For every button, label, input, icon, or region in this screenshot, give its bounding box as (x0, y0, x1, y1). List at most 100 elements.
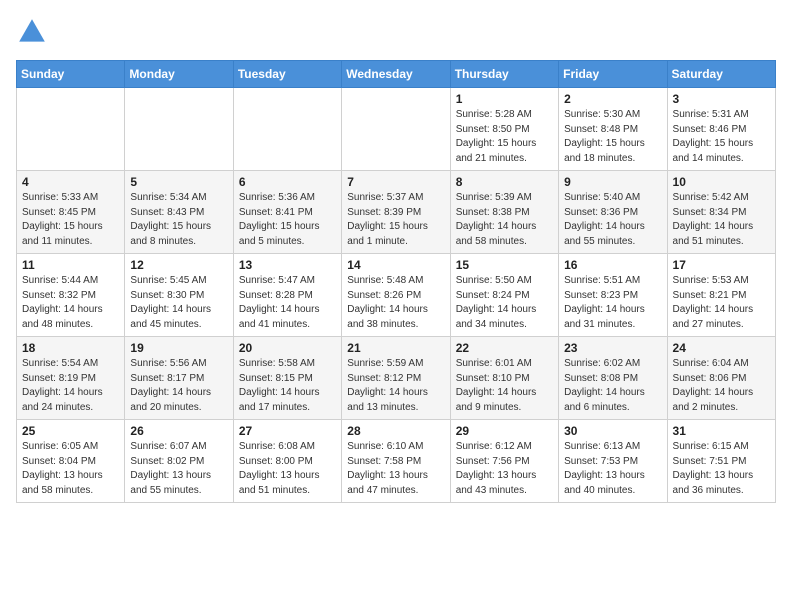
day-cell: 25 Sunrise: 6:05 AM Sunset: 8:04 PM Dayli… (17, 420, 125, 503)
day-detail: Sunrise: 5:56 AM Sunset: 8:17 PM Dayligh… (130, 357, 227, 415)
day-number: 27 (239, 424, 336, 438)
day-cell: 3Sunrise: 5:31 AM Sunset: 8:46 PM Daylig… (667, 88, 775, 171)
day-cell (342, 88, 450, 171)
day-number: 21 (347, 341, 444, 355)
logo-icon (16, 16, 48, 48)
day-detail: Sunrise: 6:04 AM Sunset: 8:06 PM Dayligh… (673, 357, 770, 415)
day-detail: Sunrise: 5:39 AM Sunset: 8:38 PM Dayligh… (456, 191, 553, 249)
day-detail: Sunrise: 6:07 AM Sunset: 8:02 PM Dayligh… (130, 440, 227, 498)
day-detail: Sunrise: 5:48 AM Sunset: 8:26 PM Dayligh… (347, 274, 444, 332)
day-cell: 28 Sunrise: 6:10 AM Sunset: 7:58 PM Dayli… (342, 420, 450, 503)
day-cell: 9 Sunrise: 5:40 AM Sunset: 8:36 PM Daylig… (559, 171, 667, 254)
day-detail: Sunrise: 5:53 AM Sunset: 8:21 PM Dayligh… (673, 274, 770, 332)
day-number: 25 (22, 424, 119, 438)
week-row-2: 4 Sunrise: 5:33 AM Sunset: 8:45 PM Daylig… (17, 171, 776, 254)
day-number: 28 (347, 424, 444, 438)
day-cell: 15 Sunrise: 5:50 AM Sunset: 8:24 PM Dayli… (450, 254, 558, 337)
day-detail: Sunrise: 6:05 AM Sunset: 8:04 PM Dayligh… (22, 440, 119, 498)
day-cell: 29 Sunrise: 6:12 AM Sunset: 7:56 PM Dayli… (450, 420, 558, 503)
week-row-3: 11 Sunrise: 5:44 AM Sunset: 8:32 PM Dayli… (17, 254, 776, 337)
day-cell: 11 Sunrise: 5:44 AM Sunset: 8:32 PM Dayli… (17, 254, 125, 337)
day-cell: 27 Sunrise: 6:08 AM Sunset: 8:00 PM Dayli… (233, 420, 341, 503)
day-cell (233, 88, 341, 171)
day-detail: Sunrise: 5:47 AM Sunset: 8:28 PM Dayligh… (239, 274, 336, 332)
calendar-table: SundayMondayTuesdayWednesdayThursdayFrid… (16, 60, 776, 503)
day-header-saturday: Saturday (667, 61, 775, 88)
day-number: 16 (564, 258, 661, 272)
day-detail: Sunrise: 5:44 AM Sunset: 8:32 PM Dayligh… (22, 274, 119, 332)
day-number: 10 (673, 175, 770, 189)
day-detail: Sunrise: 6:10 AM Sunset: 7:58 PM Dayligh… (347, 440, 444, 498)
day-header-sunday: Sunday (17, 61, 125, 88)
day-detail: Sunrise: 5:40 AM Sunset: 8:36 PM Dayligh… (564, 191, 661, 249)
day-cell (125, 88, 233, 171)
day-detail: Sunrise: 5:51 AM Sunset: 8:23 PM Dayligh… (564, 274, 661, 332)
day-detail: Sunrise: 6:12 AM Sunset: 7:56 PM Dayligh… (456, 440, 553, 498)
day-number: 24 (673, 341, 770, 355)
day-number: 9 (564, 175, 661, 189)
day-number: 29 (456, 424, 553, 438)
day-number: 23 (564, 341, 661, 355)
day-detail: Sunrise: 5:42 AM Sunset: 8:34 PM Dayligh… (673, 191, 770, 249)
day-detail: Sunrise: 6:15 AM Sunset: 7:51 PM Dayligh… (673, 440, 770, 498)
day-cell: 1 Sunrise: 5:28 AM Sunset: 8:50 PM Daylig… (450, 88, 558, 171)
day-number: 17 (673, 258, 770, 272)
day-header-monday: Monday (125, 61, 233, 88)
day-number: 22 (456, 341, 553, 355)
header-row: SundayMondayTuesdayWednesdayThursdayFrid… (17, 61, 776, 88)
day-cell: 16 Sunrise: 5:51 AM Sunset: 8:23 PM Dayli… (559, 254, 667, 337)
day-number: 15 (456, 258, 553, 272)
day-detail: Sunrise: 5:34 AM Sunset: 8:43 PM Dayligh… (130, 191, 227, 249)
week-row-1: 1 Sunrise: 5:28 AM Sunset: 8:50 PM Daylig… (17, 88, 776, 171)
day-number: 11 (22, 258, 119, 272)
day-detail: Sunrise: 5:59 AM Sunset: 8:12 PM Dayligh… (347, 357, 444, 415)
day-number: 7 (347, 175, 444, 189)
day-number: 26 (130, 424, 227, 438)
day-number: 1 (456, 92, 553, 106)
day-number: 5 (130, 175, 227, 189)
week-row-5: 25 Sunrise: 6:05 AM Sunset: 8:04 PM Dayli… (17, 420, 776, 503)
day-header-tuesday: Tuesday (233, 61, 341, 88)
day-number: 4 (22, 175, 119, 189)
day-cell: 26 Sunrise: 6:07 AM Sunset: 8:02 PM Dayli… (125, 420, 233, 503)
day-detail: Sunrise: 5:36 AM Sunset: 8:41 PM Dayligh… (239, 191, 336, 249)
day-cell: 10 Sunrise: 5:42 AM Sunset: 8:34 PM Dayli… (667, 171, 775, 254)
day-cell: 7 Sunrise: 5:37 AM Sunset: 8:39 PM Daylig… (342, 171, 450, 254)
day-detail: Sunrise: 5:33 AM Sunset: 8:45 PM Dayligh… (22, 191, 119, 249)
day-cell: 6 Sunrise: 5:36 AM Sunset: 8:41 PM Daylig… (233, 171, 341, 254)
day-detail: Sunrise: 6:01 AM Sunset: 8:10 PM Dayligh… (456, 357, 553, 415)
day-cell: 17 Sunrise: 5:53 AM Sunset: 8:21 PM Dayli… (667, 254, 775, 337)
day-detail: Sunrise: 5:50 AM Sunset: 8:24 PM Dayligh… (456, 274, 553, 332)
day-number: 18 (22, 341, 119, 355)
day-header-wednesday: Wednesday (342, 61, 450, 88)
day-number: 3 (673, 92, 770, 106)
day-cell: 30Sunrise: 6:13 AM Sunset: 7:53 PM Dayli… (559, 420, 667, 503)
day-cell: 8Sunrise: 5:39 AM Sunset: 8:38 PM Daylig… (450, 171, 558, 254)
day-header-friday: Friday (559, 61, 667, 88)
day-header-thursday: Thursday (450, 61, 558, 88)
day-detail: Sunrise: 5:54 AM Sunset: 8:19 PM Dayligh… (22, 357, 119, 415)
day-number: 30 (564, 424, 661, 438)
day-cell: 19 Sunrise: 5:56 AM Sunset: 8:17 PM Dayli… (125, 337, 233, 420)
day-number: 20 (239, 341, 336, 355)
week-row-4: 18 Sunrise: 5:54 AM Sunset: 8:19 PM Dayli… (17, 337, 776, 420)
day-number: 2 (564, 92, 661, 106)
page-header (16, 16, 776, 48)
day-number: 6 (239, 175, 336, 189)
day-cell: 24 Sunrise: 6:04 AM Sunset: 8:06 PM Dayli… (667, 337, 775, 420)
day-detail: Sunrise: 5:28 AM Sunset: 8:50 PM Dayligh… (456, 108, 553, 166)
day-cell: 23Sunrise: 6:02 AM Sunset: 8:08 PM Dayli… (559, 337, 667, 420)
day-detail: Sunrise: 6:08 AM Sunset: 8:00 PM Dayligh… (239, 440, 336, 498)
day-number: 19 (130, 341, 227, 355)
day-detail: Sunrise: 5:37 AM Sunset: 8:39 PM Dayligh… (347, 191, 444, 249)
day-number: 12 (130, 258, 227, 272)
day-number: 31 (673, 424, 770, 438)
day-cell (17, 88, 125, 171)
day-detail: Sunrise: 5:30 AM Sunset: 8:48 PM Dayligh… (564, 108, 661, 166)
day-cell: 21 Sunrise: 5:59 AM Sunset: 8:12 PM Dayli… (342, 337, 450, 420)
day-number: 14 (347, 258, 444, 272)
day-cell: 4 Sunrise: 5:33 AM Sunset: 8:45 PM Daylig… (17, 171, 125, 254)
day-detail: Sunrise: 5:45 AM Sunset: 8:30 PM Dayligh… (130, 274, 227, 332)
day-detail: Sunrise: 5:58 AM Sunset: 8:15 PM Dayligh… (239, 357, 336, 415)
day-cell: 31 Sunrise: 6:15 AM Sunset: 7:51 PM Dayli… (667, 420, 775, 503)
